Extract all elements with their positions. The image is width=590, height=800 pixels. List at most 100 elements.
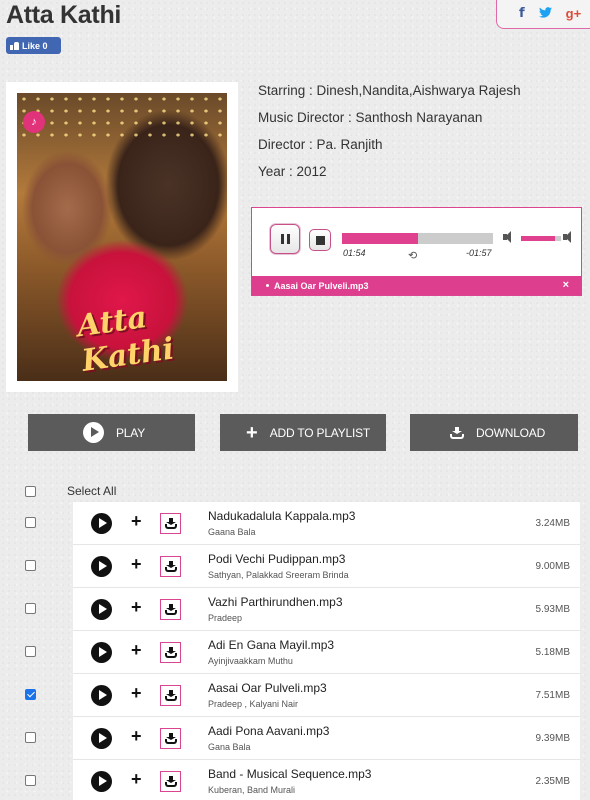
track-artist: Gana Bala [208, 742, 251, 752]
download-label: DOWNLOAD [476, 425, 546, 440]
pause-button[interactable] [270, 224, 300, 254]
track-checkbox[interactable] [25, 775, 36, 786]
current-time: 01:54 [343, 248, 366, 258]
track-size: 9.39MB [535, 733, 570, 744]
play-icon[interactable] [91, 771, 112, 792]
track-row: + Podi Vechi Pudippan.mp3 Sathyan, Palak… [25, 545, 580, 588]
download-icon[interactable] [160, 728, 181, 749]
seek-bar-fill [342, 233, 418, 244]
add-to-playlist-icon[interactable]: + [131, 727, 142, 745]
add-to-playlist-icon[interactable]: + [131, 684, 142, 702]
album-info: Starring : Dinesh,Nandita,Aishwarya Raje… [258, 82, 521, 190]
twitter-icon[interactable] [538, 6, 552, 21]
track-list: + Nadukadalula Kappala.mp3 Gaana Bala 3.… [25, 502, 580, 800]
play-icon[interactable] [91, 642, 112, 663]
track-size: 3.24MB [535, 518, 570, 529]
track-size: 7.51MB [535, 690, 570, 701]
audio-player: 01:54 ⟲ -01:57 Aasai Oar Pulveli.mp3 × [251, 207, 582, 296]
now-playing-bar: Aasai Oar Pulveli.mp3 × [252, 276, 581, 295]
track-row: + Aadi Pona Aavani.mp3 Gana Bala 9.39MB [25, 717, 580, 760]
pause-icon [280, 234, 284, 244]
select-all-label: Select All [67, 484, 117, 498]
album-poster: ♪ Atta Kathi [17, 93, 227, 381]
add-to-playlist-icon[interactable]: + [131, 770, 142, 788]
now-playing-title[interactable]: Aasai Oar Pulveli.mp3 [274, 281, 369, 291]
volume-slider-fill [521, 236, 555, 241]
share-box: f g+ [496, 0, 590, 29]
album-poster-frame: ♪ Atta Kathi [6, 82, 238, 392]
track-row: + Band - Musical Sequence.mp3 Kuberan, B… [25, 760, 580, 800]
poster-title: Atta Kathi [74, 299, 177, 379]
play-icon[interactable] [91, 685, 112, 706]
play-icon[interactable] [91, 556, 112, 577]
track-row: + Vazhi Parthirundhen.mp3 Pradeep 5.93MB [25, 588, 580, 631]
track-title[interactable]: Nadukadalula Kappala.mp3 [208, 509, 355, 523]
track-size: 5.93MB [535, 604, 570, 615]
add-to-playlist-icon[interactable]: + [131, 555, 142, 573]
thumbs-up-icon [10, 41, 19, 50]
bullet-icon [266, 284, 269, 287]
download-all-button[interactable]: DOWNLOAD [410, 414, 578, 451]
volume-mute-icon[interactable] [503, 231, 513, 243]
track-artist: Ayinjivaakkam Muthu [208, 656, 293, 666]
music-logo-icon: ♪ [23, 111, 45, 133]
track-title[interactable]: Aadi Pona Aavani.mp3 [208, 724, 329, 738]
track-row: + Nadukadalula Kappala.mp3 Gaana Bala 3.… [25, 502, 580, 545]
seek-bar[interactable] [342, 233, 493, 244]
track-artist: Pradeep , Kalyani Nair [208, 699, 299, 709]
download-icon[interactable] [160, 642, 181, 663]
play-icon[interactable] [91, 728, 112, 749]
download-icon[interactable] [160, 685, 181, 706]
track-size: 5.18MB [535, 647, 570, 658]
volume-slider[interactable] [521, 236, 561, 241]
close-icon[interactable]: × [563, 279, 569, 291]
track-row: + Adi En Gana Mayil.mp3 Ayinjivaakkam Mu… [25, 631, 580, 674]
track-size: 2.35MB [535, 776, 570, 787]
play-icon[interactable] [91, 599, 112, 620]
stop-button[interactable] [309, 229, 331, 251]
download-icon[interactable] [160, 513, 181, 534]
add-to-playlist-icon[interactable]: + [131, 598, 142, 616]
track-artist: Sathyan, Palakkad Sreeram Brinda [208, 570, 349, 580]
track-title[interactable]: Adi En Gana Mayil.mp3 [208, 638, 334, 652]
starring: Starring : Dinesh,Nandita,Aishwarya Raje… [258, 83, 521, 98]
facebook-like-label: Like 0 [22, 40, 48, 51]
pause-icon-bar [286, 234, 290, 244]
track-checkbox[interactable] [25, 646, 36, 657]
music-director: Music Director : Santhosh Narayanan [258, 110, 483, 125]
add-to-playlist-icon[interactable]: + [131, 641, 142, 659]
download-icon [450, 426, 464, 439]
play-circle-icon [83, 422, 104, 443]
track-checkbox[interactable] [25, 517, 36, 528]
track-title[interactable]: Podi Vechi Pudippan.mp3 [208, 552, 345, 566]
track-checkbox[interactable] [25, 560, 36, 571]
track-artist: Gaana Bala [208, 527, 256, 537]
track-title[interactable]: Aasai Oar Pulveli.mp3 [208, 681, 327, 695]
plus-icon: + [246, 421, 258, 444]
track-title[interactable]: Vazhi Parthirundhen.mp3 [208, 595, 343, 609]
poster-lights [17, 93, 227, 143]
download-icon[interactable] [160, 556, 181, 577]
google-plus-icon[interactable]: g+ [566, 6, 582, 21]
track-checkbox[interactable] [25, 603, 36, 614]
play-icon[interactable] [91, 513, 112, 534]
facebook-icon[interactable]: f [519, 6, 525, 21]
track-size: 9.00MB [535, 561, 570, 572]
track-artist: Kuberan, Band Murali [208, 785, 296, 795]
repeat-icon[interactable]: ⟲ [408, 249, 417, 262]
play-all-button[interactable]: PLAY [28, 414, 195, 451]
track-title[interactable]: Band - Musical Sequence.mp3 [208, 767, 371, 781]
track-artist: Pradeep [208, 613, 243, 623]
volume-max-icon[interactable] [563, 231, 573, 243]
track-checkbox[interactable] [25, 689, 36, 700]
add-to-playlist-icon[interactable]: + [131, 512, 142, 530]
select-all-checkbox[interactable] [25, 486, 36, 497]
add-to-playlist-button[interactable]: + ADD TO PLAYLIST [220, 414, 386, 451]
add-to-playlist-label: ADD TO PLAYLIST [269, 425, 371, 440]
play-label: PLAY [116, 425, 145, 440]
remaining-time: -01:57 [466, 248, 492, 258]
download-icon[interactable] [160, 771, 181, 792]
facebook-like-button[interactable]: Like 0 [6, 37, 61, 54]
track-checkbox[interactable] [25, 732, 36, 743]
download-icon[interactable] [160, 599, 181, 620]
